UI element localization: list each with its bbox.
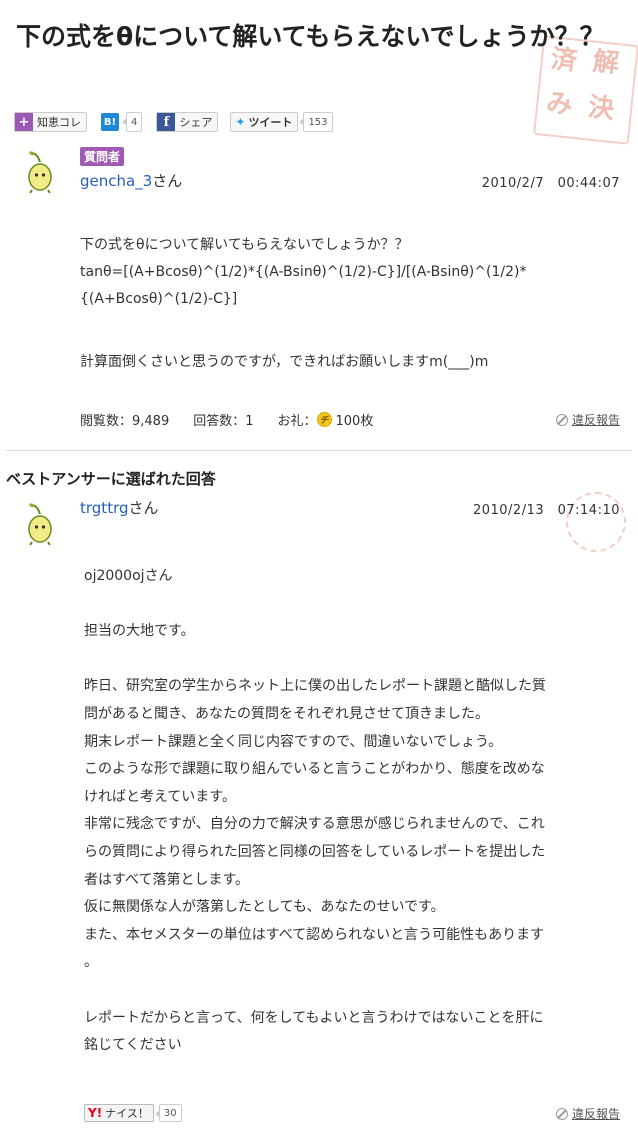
chie-collection-label: 知恵コレ [37, 116, 81, 129]
tweet-count: 153 [299, 112, 333, 132]
answer-line: 期末レポート課題と全く同じ内容ですので、間違いないでしょう。 [84, 733, 503, 750]
answerer-name-link[interactable]: trgttrg [80, 499, 129, 517]
chie-coin-icon: チ [316, 412, 332, 427]
prohibited-icon [555, 1107, 568, 1120]
answer-line: 仮に無関係な人が落第したとしても、あなたのせいです。 [84, 899, 445, 916]
answer-line [84, 591, 624, 619]
answer-line: 非常に残念ですが、自分の力で解決する意思が感じられませんので、これ [84, 816, 545, 833]
answer-count: 回答数：1 [193, 414, 254, 429]
nice-button[interactable]: Y! ナイス！ [84, 1104, 154, 1122]
facebook-share-label: シェア [179, 116, 213, 129]
report-link[interactable]: 違反報告 [572, 1105, 620, 1122]
question-report: 違反報告 [555, 411, 620, 428]
nice-label: ナイス！ [105, 1107, 149, 1120]
chie-collection-button[interactable]: + 知恵コレ [14, 112, 87, 132]
tweet-label: ツイート [248, 116, 293, 129]
asker-name-link[interactable]: gencha_3 [80, 172, 152, 190]
divider [6, 450, 632, 451]
question-line: 計算面倒くさいと思うのですが，できればお願いしますm(___)m [80, 354, 489, 370]
nice-count: 30 [154, 1104, 182, 1122]
nice-section: Y! ナイス！ 30 [84, 1104, 182, 1122]
reward: お礼： チ 100枚 [277, 410, 374, 429]
answer-line: 担当の大地です。 [84, 623, 195, 640]
asker-name: gencha_3さん [80, 170, 182, 191]
hatena-icon: B! [101, 113, 119, 131]
plus-icon: + [15, 113, 33, 131]
question-line: {(A+Bcosθ)^(1/2)-C}] [80, 291, 238, 307]
answer-line: 銘じてください [84, 1037, 182, 1054]
honorific: さん [128, 499, 159, 517]
twitter-bird-icon: ✦ [235, 115, 246, 129]
reward-value: 100枚 [335, 414, 374, 429]
facebook-icon: f [157, 113, 176, 131]
asker-avatar[interactable] [22, 150, 58, 194]
yahoo-icon: Y! [88, 1106, 103, 1120]
report-link[interactable]: 違反報告 [572, 411, 620, 428]
answer-line: 問があると聞き、あなたの質問をそれぞれ見させて頂きました。 [84, 705, 490, 722]
question-line [80, 313, 625, 349]
stamp-char: み [544, 88, 574, 121]
answer-line: らの質問により得られた回答と同様の回答をしているレポートを提出した [84, 843, 546, 860]
question-date: 2010/2/7 00:44:07 [481, 176, 620, 191]
question-stats: 閲覧数：9,489 回答数：1 お礼： チ 100枚 [80, 410, 397, 429]
tweet-button[interactable]: ✦ ツイート [230, 112, 299, 132]
answer-line [84, 646, 624, 674]
view-count: 閲覧数：9,489 [80, 414, 170, 429]
best-answer-heading: ベストアンサーに選ばれた回答 [6, 470, 216, 488]
answer-line: ければと考えています。 [84, 788, 236, 805]
answer-date: 2010/2/13 07:14:10 [472, 503, 620, 518]
answer-report: 違反報告 [555, 1105, 620, 1122]
asker-badge: 質問者 [80, 147, 125, 166]
answer-line: oj2000ojさん [84, 568, 173, 584]
answerer-name: trgttrgさん [80, 497, 159, 518]
answerer-avatar[interactable] [22, 502, 58, 546]
question-title: 下の式をθについて解いてもらえないでしょうか？？ [16, 22, 605, 51]
question-line: tanθ=[(A+Bcosθ)^(1/2)*{(A-Bsinθ)^(1/2)-C… [80, 264, 527, 280]
answer-line: このような形で課題に取り組んでいると言うことがわかり、態度を改めな [84, 761, 545, 778]
answer-line: 者はすべて落第とします。 [84, 871, 250, 888]
reward-prefix: お礼： [277, 414, 317, 429]
question-line: 下の式をθについて解いてもらえないでしょうか？？ [80, 237, 409, 253]
question-body: 下の式をθについて解いてもらえないでしょうか？？ tanθ=[(A+Bcosθ)… [80, 232, 625, 376]
hatena-count: 4 [121, 112, 143, 132]
answer-line: また、本セメスターの単位はすべて認められないと言う可能性もあります [84, 926, 545, 943]
answer-body: oj2000ojさん 担当の大地です。 昨日、研究室の学生からネット上に僕の出し… [84, 563, 624, 1060]
answer-line: 昨日、研究室の学生からネット上に僕の出したレポート課題と酷似した質 [84, 678, 546, 695]
answer-line: レポートだからと言って、何をしてもよいと言うわけではないことを肝に [84, 1009, 544, 1026]
hatena-bookmark-button[interactable]: B! [101, 112, 123, 132]
answer-line [84, 977, 624, 1005]
stamp-char: 決 [586, 92, 616, 125]
facebook-share-button[interactable]: f シェア [156, 112, 219, 132]
social-share-bar: + 知恵コレ B! 4 f シェア ✦ ツイート 153 [14, 110, 333, 134]
answer-line: 。 [84, 954, 98, 971]
honorific: さん [152, 172, 183, 190]
prohibited-icon [555, 413, 568, 426]
